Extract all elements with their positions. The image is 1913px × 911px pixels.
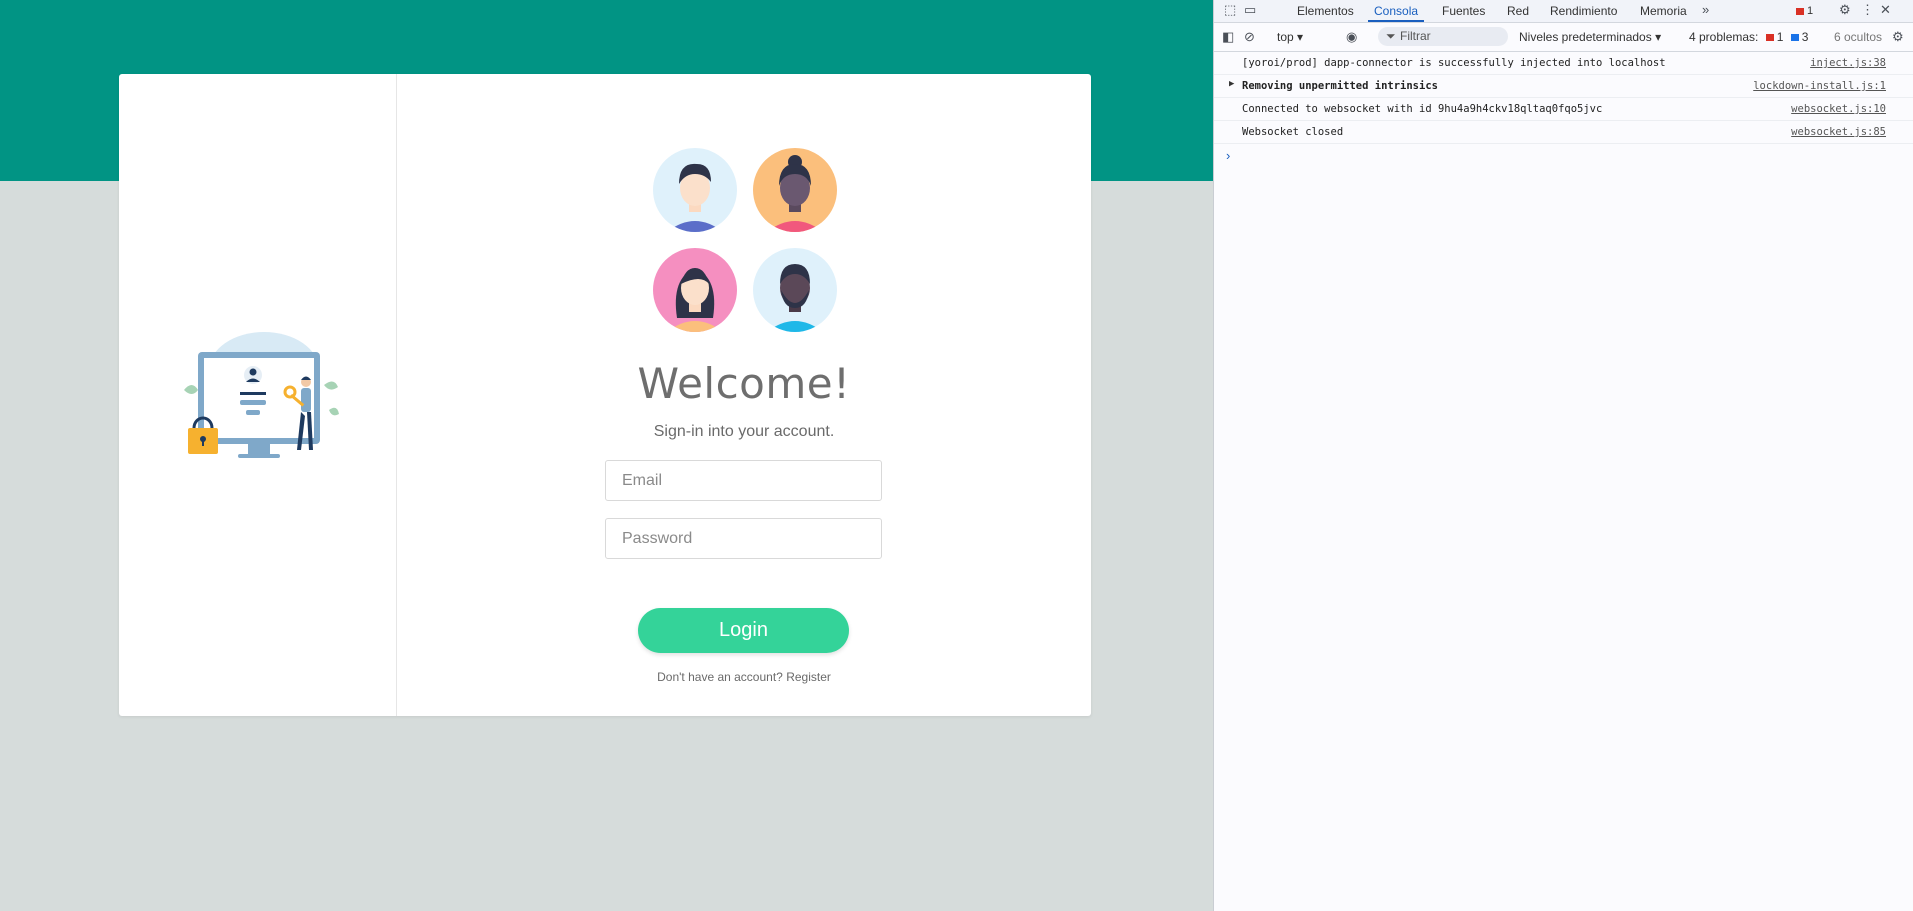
- console-log-list: [yoroi/prod] dapp-connector is successfu…: [1214, 52, 1913, 144]
- log-message: [yoroi/prod] dapp-connector is successfu…: [1242, 57, 1666, 69]
- more-options-icon[interactable]: ⋮: [1861, 3, 1874, 16]
- log-message: Websocket closed: [1242, 126, 1344, 138]
- email-field[interactable]: [605, 460, 882, 501]
- password-field[interactable]: [605, 518, 882, 559]
- settings-gear-icon[interactable]: ⚙: [1839, 3, 1851, 16]
- log-levels-label: Niveles predeterminados: [1519, 30, 1652, 44]
- devtools-tab-bar: ⬚ ▭ Elementos Consola Fuentes Red Rendim…: [1214, 0, 1913, 23]
- log-row: [yoroi/prod] dapp-connector is successfu…: [1214, 52, 1913, 75]
- issues-counter[interactable]: 4 problemas: 1 3: [1689, 23, 1808, 51]
- log-message: Removing unpermitted intrinsics: [1242, 80, 1438, 92]
- filter-placeholder: Filtrar: [1400, 29, 1431, 43]
- log-message: Connected to websocket with id 9hu4a9h4c…: [1242, 103, 1603, 115]
- console-prompt-chevron-icon[interactable]: ›: [1226, 148, 1230, 163]
- problems-label: 4 problemas:: [1689, 30, 1759, 44]
- app-page: Welcome! Sign-in into your account. Logi…: [0, 0, 1213, 911]
- problems-info: 3: [1801, 30, 1809, 44]
- tab-consola[interactable]: Consola: [1368, 0, 1425, 22]
- register-line: Don't have an account? Register: [397, 670, 1091, 684]
- register-prompt: Don't have an account?: [657, 670, 783, 684]
- card-left-panel: [119, 74, 397, 716]
- more-tabs-icon[interactable]: »: [1702, 3, 1709, 16]
- register-link[interactable]: Register: [786, 670, 831, 684]
- error-count: 1: [1807, 5, 1814, 17]
- tab-fuentes[interactable]: Fuentes: [1442, 0, 1485, 22]
- log-source-link[interactable]: websocket.js:10: [1791, 103, 1886, 115]
- login-button[interactable]: Login: [638, 608, 849, 653]
- problems-errors: 1: [1776, 30, 1784, 44]
- avatar-man-icon: [653, 148, 737, 232]
- tab-elementos[interactable]: Elementos: [1297, 0, 1354, 22]
- devtools-panel: ⬚ ▭ Elementos Consola Fuentes Red Rendim…: [1213, 0, 1913, 911]
- sidebar-toggle-icon[interactable]: ◧: [1222, 30, 1234, 43]
- close-icon[interactable]: ✕: [1880, 3, 1891, 16]
- console-settings-gear-icon[interactable]: ⚙: [1892, 30, 1904, 43]
- page-subtitle: Sign-in into your account.: [653, 423, 835, 440]
- issue-error-icon: [1765, 34, 1774, 42]
- hidden-count: 6 ocultos: [1834, 30, 1883, 44]
- log-source-link[interactable]: inject.js:38: [1810, 57, 1886, 69]
- live-expression-eye-icon[interactable]: ◉: [1346, 30, 1357, 43]
- avatar-man-beard-icon: [753, 248, 837, 332]
- login-card: Welcome! Sign-in into your account. Logi…: [119, 74, 1091, 716]
- avatar-woman-bun-icon: [753, 148, 837, 232]
- expand-triangle-icon[interactable]: ▶: [1229, 79, 1234, 89]
- context-value: top: [1277, 30, 1294, 44]
- inspect-element-icon[interactable]: ⬚: [1224, 3, 1236, 16]
- log-row: ▶ Removing unpermitted intrinsics lockdo…: [1214, 75, 1913, 98]
- console-toolbar: ◧ ⊘ top ▾ ◉ ⏷ Filtrar Niveles predetermi…: [1214, 23, 1913, 52]
- log-source-link[interactable]: websocket.js:85: [1791, 126, 1886, 138]
- clear-console-icon[interactable]: ⊘: [1244, 30, 1255, 43]
- issue-info-icon: [1790, 34, 1799, 42]
- device-toolbar-icon[interactable]: ▭: [1244, 3, 1256, 16]
- filter-icon: ⏷: [1386, 29, 1396, 43]
- error-count-badge[interactable]: 1: [1796, 5, 1813, 17]
- filter-input[interactable]: ⏷ Filtrar: [1378, 27, 1508, 46]
- tab-rendimiento[interactable]: Rendimiento: [1550, 0, 1617, 22]
- log-levels-dropdown[interactable]: Niveles predeterminados ▾: [1519, 23, 1661, 51]
- log-source-link[interactable]: lockdown-install.js:1: [1753, 80, 1886, 92]
- avatar-grid: [653, 148, 837, 332]
- avatar-woman-icon: [653, 248, 737, 332]
- page-title: Welcome!: [637, 359, 851, 408]
- login-illustration: [184, 332, 339, 458]
- log-row: Connected to websocket with id 9hu4a9h4c…: [1214, 98, 1913, 121]
- context-selector[interactable]: top ▾: [1277, 23, 1303, 51]
- log-row: Websocket closed websocket.js:85: [1214, 121, 1913, 144]
- error-icon: [1796, 7, 1804, 15]
- tab-memoria[interactable]: Memoria: [1640, 0, 1687, 22]
- card-right-panel: Welcome! Sign-in into your account. Logi…: [397, 74, 1091, 716]
- tab-red[interactable]: Red: [1507, 0, 1529, 22]
